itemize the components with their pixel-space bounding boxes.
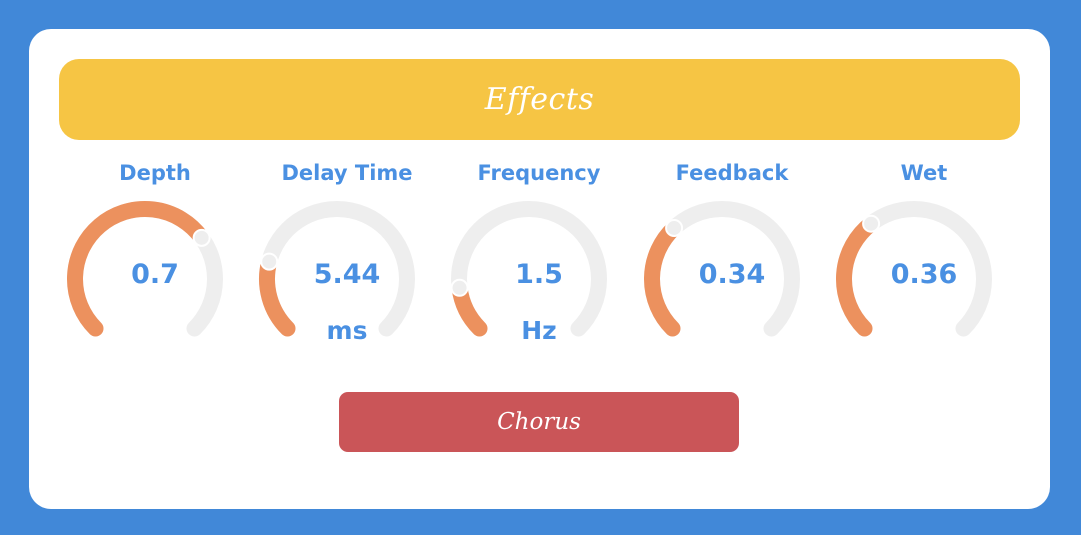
knob-dial[interactable] — [642, 201, 822, 381]
knob-label: Delay Time — [281, 161, 413, 185]
knob-label: Frequency — [477, 161, 601, 185]
knob-dial[interactable] — [257, 201, 437, 381]
knob-row: Depth 0.7 Delay Time 5.44 ms Frequency 1… — [29, 29, 1050, 389]
knob-value: 0.7 — [131, 259, 179, 290]
chorus-button[interactable]: Chorus — [339, 392, 739, 452]
knob-delay-time[interactable]: Delay Time 5.44 ms — [257, 157, 437, 377]
knob-arc[interactable] — [642, 201, 822, 381]
knob-wet[interactable]: Wet 0.36 — [834, 157, 1014, 377]
knob-label: Depth — [119, 161, 191, 185]
knob-value: 0.34 — [698, 259, 766, 290]
knob-label: Feedback — [675, 161, 789, 185]
knob-depth[interactable]: Depth 0.7 — [65, 157, 245, 377]
knob-unit: ms — [326, 316, 368, 345]
knob-dial[interactable] — [449, 201, 629, 381]
knob-value: 1.5 — [515, 259, 563, 290]
knob-arc[interactable] — [834, 201, 1014, 381]
knob-arc[interactable] — [257, 201, 437, 381]
knob-value: 5.44 — [313, 259, 381, 290]
knob-frequency[interactable]: Frequency 1.5 Hz — [449, 157, 629, 377]
knob-dial[interactable] — [65, 201, 245, 381]
knob-feedback[interactable]: Feedback 0.34 — [642, 157, 822, 377]
knob-handle[interactable] — [665, 218, 684, 237]
knob-handle[interactable] — [192, 228, 211, 247]
knob-arc[interactable] — [449, 201, 629, 381]
knob-value: 0.36 — [890, 259, 958, 290]
knob-unit: Hz — [521, 316, 557, 345]
knob-arc[interactable] — [65, 201, 245, 381]
knob-label: Wet — [900, 161, 948, 185]
effects-panel: Effects Depth 0.7 Delay Time 5.44 ms Fre… — [29, 29, 1050, 509]
knob-handle[interactable] — [862, 214, 881, 233]
knob-dial[interactable] — [834, 201, 1014, 381]
